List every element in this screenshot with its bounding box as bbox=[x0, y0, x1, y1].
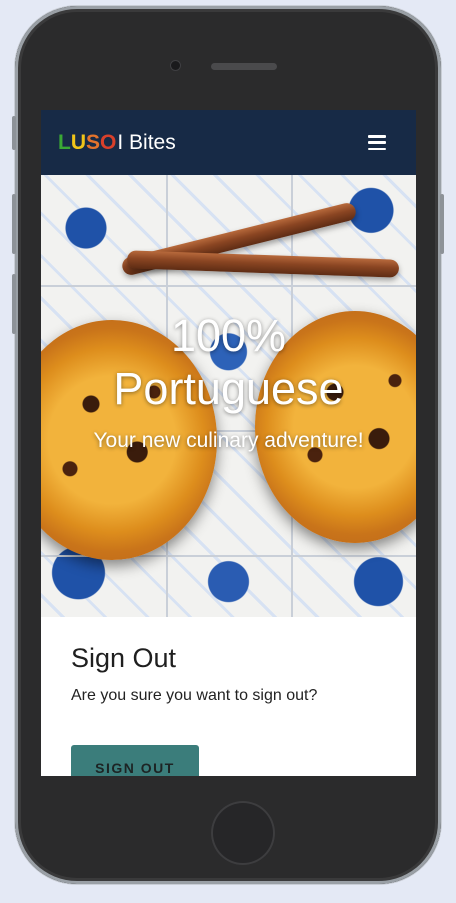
signout-prompt: Are you sure you want to sign out? bbox=[71, 687, 318, 704]
volume-up-button bbox=[12, 194, 16, 254]
brand-letter-l: L bbox=[58, 130, 71, 154]
earpiece-speaker bbox=[211, 63, 277, 70]
navbar: L U S O I Bites bbox=[41, 110, 416, 175]
hero-text: 100% Portuguese Your new culinary advent… bbox=[41, 175, 416, 617]
front-camera bbox=[171, 61, 180, 70]
hero-banner: 100% Portuguese Your new culinary advent… bbox=[41, 175, 416, 617]
hero-title-line1: 100% bbox=[170, 309, 287, 361]
phone-screen: L U S O I Bites 100% Portuguese Your new… bbox=[41, 110, 416, 776]
volume-down-button bbox=[12, 274, 16, 334]
power-button bbox=[440, 194, 444, 254]
mute-switch bbox=[12, 116, 16, 150]
brand-name-rest: I Bites bbox=[117, 130, 176, 154]
signout-heading: Sign Out bbox=[71, 643, 177, 673]
home-button bbox=[211, 801, 275, 865]
sign-out-button[interactable]: SIGN OUT bbox=[71, 745, 199, 776]
brand-letter-s: S bbox=[86, 130, 101, 154]
hamburger-menu-icon[interactable] bbox=[368, 135, 386, 150]
brand-letter-o: O bbox=[100, 130, 117, 154]
hero-title-line2: Portuguese bbox=[113, 363, 344, 414]
brand-letter-u: U bbox=[70, 130, 86, 154]
hero-subtitle: Your new culinary adventure! bbox=[93, 429, 364, 453]
signout-section: Sign Out Are you sure you want to sign o… bbox=[41, 617, 416, 776]
brand-logo[interactable]: L U S O I Bites bbox=[58, 131, 176, 155]
